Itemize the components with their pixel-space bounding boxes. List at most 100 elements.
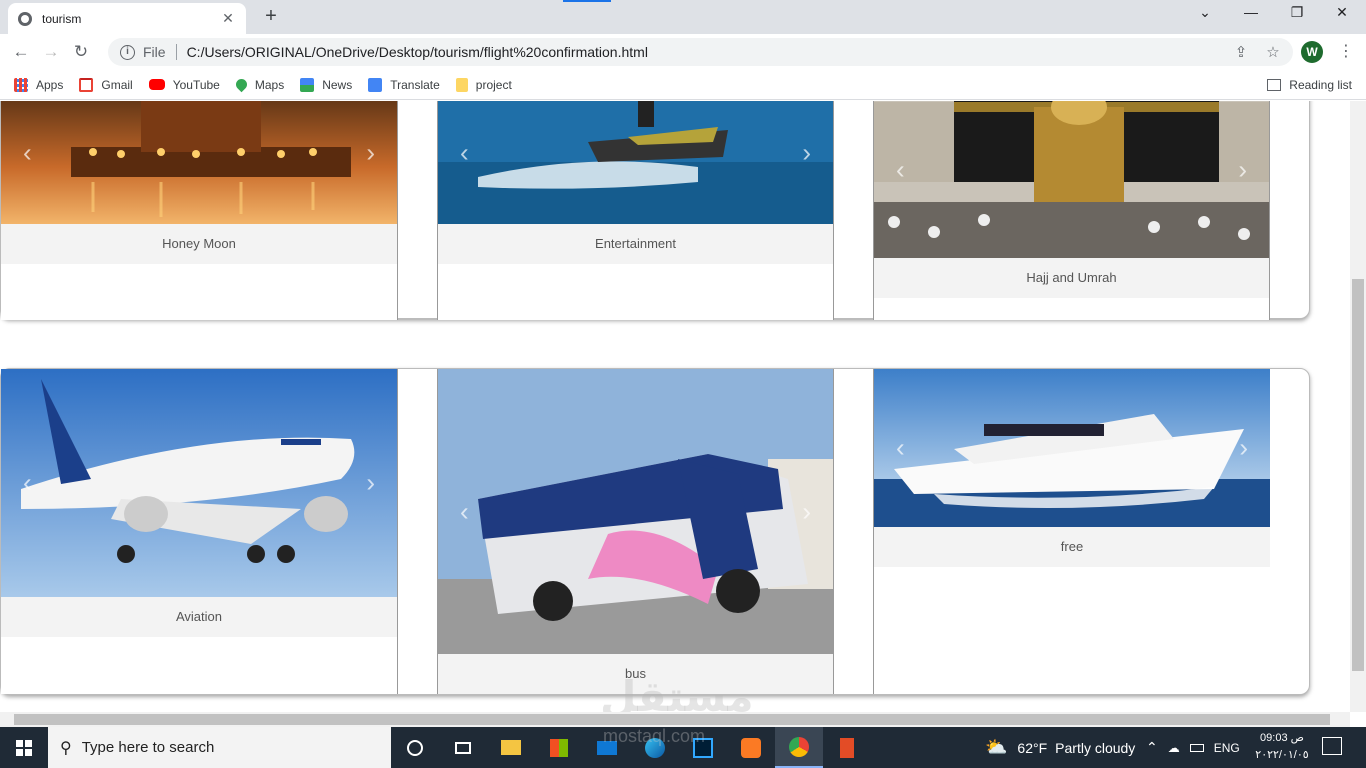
bookmark-apps[interactable]: Apps: [14, 77, 64, 92]
weather-widget[interactable]: ⛅ 62°F Partly cloudy: [985, 727, 1135, 768]
entertainment-image: ‹ ›: [438, 101, 833, 224]
browser-toolbar: ← → ↻ i File C:/Users/ORIGINAL/OneDrive/…: [0, 34, 1366, 70]
card-caption: Entertainment: [438, 224, 833, 264]
bookmark-youtube[interactable]: YouTube: [148, 77, 220, 92]
xampp-icon[interactable]: [727, 727, 775, 768]
card-caption: free: [874, 527, 1270, 567]
tab-tourism[interactable]: tourism ✕: [8, 3, 246, 34]
yacht-photo: [874, 369, 1270, 527]
taskbar-search-box[interactable]: ⚲ Type here to search: [48, 727, 391, 768]
weather-temp: 62°F: [1017, 739, 1048, 756]
reading-list-label: Reading list: [1289, 78, 1352, 92]
jet-ski-photo: [438, 101, 833, 224]
bookmark-label: YouTube: [172, 77, 220, 92]
network-icon[interactable]: ☁: [1168, 741, 1180, 755]
bookmark-project[interactable]: project: [455, 77, 512, 92]
card-honey-moon[interactable]: ‹ › Honey Moon: [1, 101, 398, 320]
clock-time: 09:03 ص: [1260, 732, 1304, 744]
watermark-url: mostaql.com: [603, 726, 706, 746]
url-scheme-label: File: [143, 44, 166, 60]
weather-text: Partly cloudy: [1055, 739, 1136, 756]
bookmarks-bar: Apps Gmail YouTube Maps News Translate p…: [0, 70, 1366, 100]
card-bus[interactable]: ‹ › bus: [437, 369, 834, 694]
bookmark-maps[interactable]: Maps: [233, 76, 284, 93]
news-icon: [300, 77, 315, 92]
carousel-next-icon[interactable]: ›: [1239, 433, 1248, 464]
card-entertainment[interactable]: ‹ › Entertainment: [437, 101, 834, 320]
carousel-prev-icon[interactable]: ‹: [23, 468, 32, 499]
tab-strip-accent: [563, 0, 611, 2]
card-caption: Aviation: [1, 597, 397, 637]
bookmark-label: project: [475, 77, 512, 92]
file-explorer-icon[interactable]: [487, 727, 535, 768]
vertical-scrollbar[interactable]: [1350, 101, 1366, 712]
language-indicator[interactable]: ENG: [1214, 741, 1240, 755]
carousel-prev-icon[interactable]: ‹: [896, 155, 905, 186]
app-icon[interactable]: [823, 727, 871, 768]
url-text[interactable]: C:/Users/ORIGINAL/OneDrive/Desktop/touri…: [187, 44, 1229, 60]
chrome-icon[interactable]: [775, 727, 823, 768]
carousel-next-icon[interactable]: ›: [802, 496, 811, 527]
profile-avatar[interactable]: W: [1301, 41, 1323, 63]
omnibox-divider: [175, 44, 177, 60]
services-row-1: ‹ › Honey Moon ‹ › Entertainment ‹ › Haj…: [0, 101, 1310, 320]
vertical-scroll-thumb[interactable]: [1352, 279, 1364, 671]
bookmark-label: News: [322, 77, 353, 92]
carousel-next-icon[interactable]: ›: [366, 138, 375, 169]
start-button[interactable]: [0, 727, 48, 768]
bookmark-news[interactable]: News: [300, 77, 353, 92]
partly-cloudy-icon: ⛅: [985, 737, 1008, 757]
bookmark-gmail[interactable]: Gmail: [79, 77, 133, 92]
menu-kebab-icon[interactable]: ⋮: [1336, 41, 1356, 61]
battery-icon[interactable]: [1189, 743, 1204, 752]
carousel-next-icon[interactable]: ›: [1238, 155, 1247, 186]
bookmark-label: Apps: [36, 77, 64, 92]
carousel-next-icon[interactable]: ›: [366, 468, 375, 499]
honey-moon-image: ‹ ›: [1, 101, 397, 224]
forward-arrow-icon[interactable]: →: [36, 42, 66, 62]
hajj-image: ‹ ›: [874, 101, 1269, 258]
carousel-prev-icon[interactable]: ‹: [23, 138, 32, 169]
search-icon: ⚲: [60, 739, 72, 757]
bookmark-translate[interactable]: Translate: [368, 77, 440, 92]
carousel-prev-icon[interactable]: ‹: [896, 433, 905, 464]
tab-close-icon[interactable]: ✕: [220, 10, 236, 27]
free-image: ‹ ›: [874, 369, 1270, 527]
restore-button[interactable]: ❐: [1282, 4, 1312, 21]
system-clock[interactable]: 09:03 ص ٢٠٢٢/٠١/٠٥: [1254, 730, 1310, 764]
card-hajj-umrah[interactable]: ‹ › Hajj and Umrah: [873, 101, 1270, 320]
carousel-next-icon[interactable]: ›: [802, 138, 811, 169]
clock-date: ٢٠٢٢/٠١/٠٥: [1255, 749, 1309, 761]
close-window-button[interactable]: ✕: [1327, 4, 1357, 21]
store-icon[interactable]: [535, 727, 583, 768]
carousel-prev-icon[interactable]: ‹: [460, 496, 469, 527]
maps-icon: [233, 76, 250, 93]
gmail-icon: [79, 77, 94, 92]
chevron-up-icon[interactable]: ⌃: [1146, 739, 1158, 756]
reading-list-icon: [1267, 79, 1282, 91]
card-aviation[interactable]: ‹ › Aviation: [1, 369, 398, 694]
task-view-icon[interactable]: [439, 727, 487, 768]
card-free[interactable]: ‹ › free: [873, 369, 1270, 694]
address-bar[interactable]: i File C:/Users/ORIGINAL/OneDrive/Deskto…: [108, 38, 1293, 66]
page-content: ‹ › Honey Moon ‹ › Entertainment ‹ › Haj…: [0, 101, 1350, 712]
cortana-icon[interactable]: [391, 727, 439, 768]
horizontal-scrollbar[interactable]: [0, 712, 1350, 727]
folder-icon: [455, 77, 468, 92]
minimize-button[interactable]: —: [1236, 4, 1266, 20]
bookmark-star-icon[interactable]: ☆: [1261, 43, 1285, 61]
search-placeholder: Type here to search: [81, 739, 215, 756]
tab-title: tourism: [42, 11, 82, 26]
horizontal-scroll-thumb[interactable]: [14, 714, 1330, 725]
share-icon[interactable]: ⇪: [1229, 43, 1253, 61]
reading-list-button[interactable]: Reading list: [1267, 78, 1352, 92]
system-tray: ⌃ ☁ ENG: [1146, 727, 1240, 768]
bus-photo: [438, 369, 833, 654]
reload-icon[interactable]: ↻: [66, 42, 96, 62]
new-tab-button[interactable]: +: [260, 5, 282, 28]
tab-search-icon[interactable]: ⌄: [1190, 4, 1220, 21]
notifications-icon[interactable]: [1322, 737, 1342, 755]
site-info-icon[interactable]: i: [120, 44, 135, 60]
back-arrow-icon[interactable]: ←: [6, 42, 36, 62]
carousel-prev-icon[interactable]: ‹: [460, 138, 469, 169]
